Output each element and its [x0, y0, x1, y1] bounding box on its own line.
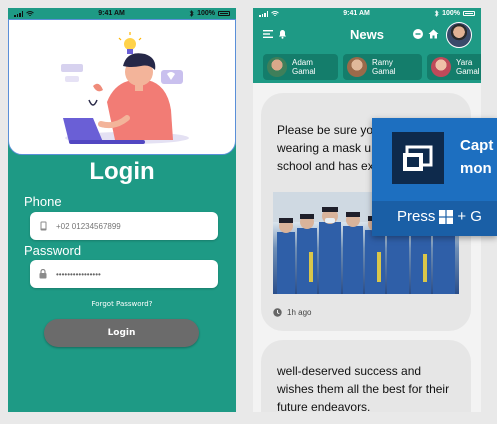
phone-icon	[30, 221, 56, 231]
windows-logo-icon	[439, 209, 454, 224]
avatar	[267, 57, 287, 77]
phone-field[interactable]	[30, 212, 218, 240]
popup-shortcut-key: + G	[457, 208, 482, 225]
popup-press-label: Press	[397, 208, 436, 225]
post-time: 1h ago	[273, 308, 311, 317]
lock-icon	[30, 269, 56, 279]
battery-icon	[463, 11, 475, 16]
bluetooth-icon	[189, 10, 194, 17]
bluetooth-icon	[434, 10, 439, 17]
signal-icon	[14, 10, 23, 17]
popup-title-line: mon	[460, 160, 492, 177]
story-last-name: Gamal	[292, 67, 316, 76]
post-line: well-deserved success and	[277, 364, 422, 378]
person-at-laptop-illustration	[61, 32, 189, 144]
story-first-name: Ramy	[372, 58, 393, 67]
story-chip[interactable]: Ramy Gamal	[343, 54, 422, 80]
battery-percent: 100%	[197, 10, 215, 17]
story-first-name: Yara	[456, 58, 473, 67]
popup-shortcut: Press + G	[397, 208, 482, 225]
story-chip[interactable]: Yara Gamal	[427, 54, 481, 80]
login-title: Login	[89, 158, 155, 185]
post-line: wishes them all the best for their	[277, 382, 450, 396]
post-line: future endeavors.	[277, 400, 371, 412]
phone-label: Phone	[24, 194, 62, 209]
clock-icon	[273, 308, 282, 317]
forgot-password-link[interactable]: Forgot Password?	[8, 300, 236, 308]
wifi-icon	[271, 10, 279, 16]
popup-title: Capt mon	[460, 134, 493, 180]
news-card[interactable]: well-deserved success and wishes them al…	[261, 340, 471, 412]
story-first-name: Adam	[292, 58, 313, 67]
popup-title-line: Capt	[460, 137, 494, 154]
status-bar: 9:41 AM 100%	[8, 8, 236, 19]
story-last-name: Gamal	[372, 67, 396, 76]
story-last-name: Gamal	[456, 67, 480, 76]
news-header: News	[253, 19, 481, 51]
login-button[interactable]: Login	[44, 319, 199, 347]
minus-circle-icon[interactable]	[413, 29, 423, 39]
signal-icon	[259, 10, 268, 17]
capture-popup[interactable]: Capt mon Press + G	[372, 118, 497, 236]
status-time: 9:41 AM	[343, 10, 370, 17]
password-field[interactable]	[30, 260, 218, 288]
status-time: 9:41 AM	[98, 10, 125, 17]
avatar	[431, 57, 451, 77]
avatar[interactable]	[446, 22, 472, 48]
wifi-icon	[26, 10, 34, 16]
password-input[interactable]	[56, 269, 206, 279]
password-label: Password	[24, 243, 82, 258]
phone-input[interactable]	[56, 221, 206, 231]
battery-percent: 100%	[442, 10, 460, 17]
avatar	[347, 57, 367, 77]
post-time-label: 1h ago	[287, 308, 312, 317]
login-screen: 9:41 AM 100% Login Phone +02 01234567899…	[8, 8, 236, 412]
login-illustration	[8, 19, 236, 155]
capture-app-icon	[392, 132, 444, 184]
battery-icon	[218, 11, 230, 16]
story-chip[interactable]: Adam Gamal	[263, 54, 338, 80]
status-bar: 9:41 AM 100%	[253, 8, 481, 19]
stories-row: Adam Gamal Ramy Gamal Yara Gamal	[253, 51, 481, 83]
home-icon[interactable]	[428, 29, 439, 39]
